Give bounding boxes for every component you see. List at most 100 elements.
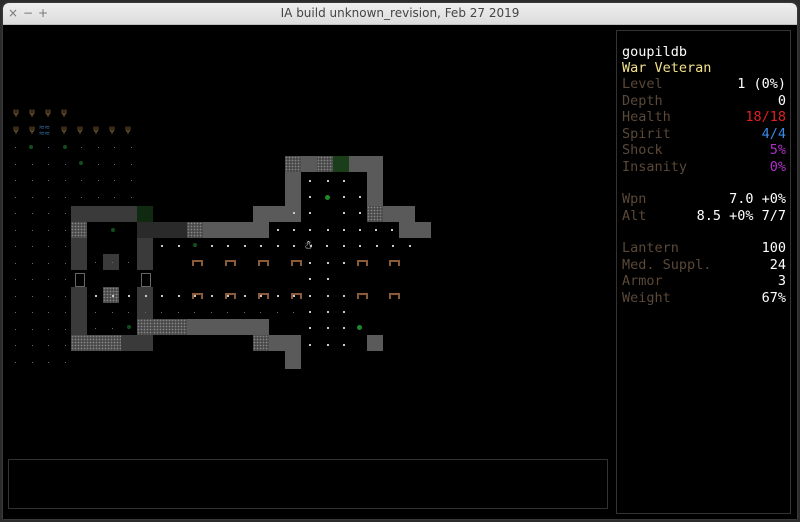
wall [317,156,333,172]
floor-dot [343,180,345,182]
floor-dot [343,344,345,346]
floor-dot [97,196,99,198]
floor-dot [48,345,49,346]
stat-insanity-label: Insanity [622,158,688,175]
floor-dot [343,262,345,264]
dark-wall [71,238,87,270]
floor-dot [243,245,246,247]
floor-dot [161,312,162,313]
floor-dot [64,279,66,280]
floor-dot [48,196,49,198]
floor-dot [243,312,245,313]
game-window: × − + IA build unknown_revision, Feb 27 … [3,3,797,519]
floor-dot [81,147,82,148]
floor-dot [95,328,96,329]
wall [399,222,431,238]
stat-level-label: Level [622,76,663,92]
floor-dot [48,328,49,330]
tree-icon: ψ [45,107,52,118]
floor-dot [293,212,295,214]
floor-dot [114,180,115,181]
floor-dot [276,312,278,313]
floor-dot [128,262,129,263]
floor-dot [48,246,49,247]
floor-dot [15,229,16,231]
wall [137,319,153,335]
floor-dot [48,262,49,264]
plant-icon [29,145,33,149]
floor-dot [15,180,16,181]
game-map[interactable]: ☃ ≈≈ ≈≈ ψψψψψψψψψψψ [3,25,613,453]
floor-dot [375,229,377,231]
floor-dot [210,295,213,297]
floor-dot [342,245,345,247]
floor-dot [114,163,115,165]
message-log [8,459,608,509]
floor-dot [31,180,33,181]
floor-dot [95,262,96,263]
floor-dot [359,245,361,247]
bench-icon [258,260,269,267]
floor-dot [343,311,345,313]
floor-dot [48,147,49,148]
floor-dot [97,163,99,165]
floor-dot [260,312,261,313]
floor-dot [144,295,147,297]
wall [153,319,187,335]
stat-health-value: 18/18 [745,109,786,125]
floor-dot [31,328,33,330]
wall [253,206,301,222]
floor-dot [327,344,329,346]
floor-dot [130,147,132,148]
floor-dot [15,163,16,165]
bench-icon [291,293,302,300]
floor-dot [161,295,163,297]
floor-dot [327,262,329,264]
stat-shock-value: 5% [769,142,786,158]
floor-dot [64,180,66,181]
floor-dot [309,180,311,182]
weapon-wpn-label: Wpn [622,191,647,207]
floor-dot [392,245,394,247]
bench-icon [357,293,368,300]
wall [349,156,383,172]
floor-dot [161,245,163,247]
floor-dot [31,246,33,247]
bench-icon [225,293,236,300]
floor-dot [111,312,113,313]
plant-icon [193,243,197,247]
floor-dot [64,163,66,165]
floor-dot [293,245,295,247]
floor-dot [48,295,49,297]
item-lantern-label: Lantern [622,240,679,256]
wall [269,335,301,351]
floor-dot [15,196,16,198]
floor-dot [15,295,16,297]
tree-icon: ψ [13,107,20,118]
plant-icon [127,325,131,329]
floor-dot [48,312,49,313]
floor-dot [144,312,146,313]
floor-dot [31,163,33,165]
floor-dot [309,311,311,313]
tree-icon: ψ [109,124,116,135]
floor-dot [97,180,99,181]
floor-dot [227,245,229,247]
dark-wall [71,287,87,337]
wall [187,319,269,335]
floor-dot [48,229,49,231]
stat-shock-label: Shock [622,142,663,158]
stat-depth-value: 0 [777,92,786,109]
tree-icon: ψ [125,124,132,135]
dark-wall [137,222,187,238]
dark-wall [137,238,153,254]
floor-dot [31,361,33,363]
floor-dot [64,262,66,264]
floor-dot [64,312,66,313]
floor-dot [15,328,16,330]
wall [383,206,415,222]
wall [203,222,269,238]
floor-dot [31,213,33,214]
character-sidebar: goupildb War Veteran Level 1 (0%) Depth 0 He… [616,30,791,514]
bench-icon [258,293,269,300]
